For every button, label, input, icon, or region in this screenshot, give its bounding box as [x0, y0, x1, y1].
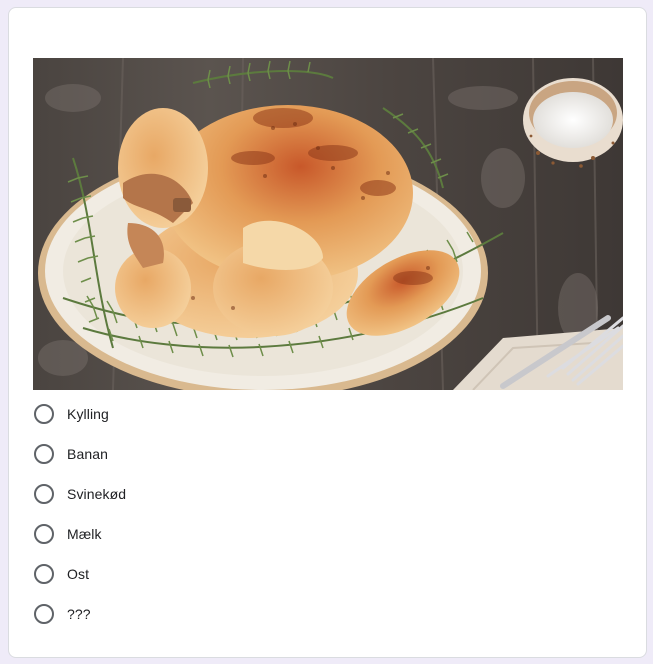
radio-button[interactable]: [34, 444, 54, 464]
radio-button[interactable]: [34, 524, 54, 544]
option-banan[interactable]: Banan: [33, 434, 623, 474]
radio-button[interactable]: [34, 484, 54, 504]
option-ost[interactable]: Ost: [33, 554, 623, 594]
radio-button[interactable]: [34, 564, 54, 584]
option-unknown[interactable]: ???: [33, 594, 623, 634]
question-image: [33, 58, 623, 390]
question-card: Kylling Banan Svinekød Mælk Ost ???: [8, 7, 647, 658]
option-svinekod[interactable]: Svinekød: [33, 474, 623, 514]
roast-chicken-photo: [33, 58, 623, 390]
option-kylling[interactable]: Kylling: [33, 394, 623, 434]
answer-options: Kylling Banan Svinekød Mælk Ost ???: [33, 394, 623, 634]
option-maelk[interactable]: Mælk: [33, 514, 623, 554]
option-label: Svinekød: [67, 486, 127, 502]
option-label: Banan: [67, 446, 108, 462]
option-label: Mælk: [67, 526, 102, 542]
option-label: Ost: [67, 566, 90, 582]
option-label: ???: [67, 606, 91, 622]
radio-button[interactable]: [34, 404, 54, 424]
option-label: Kylling: [67, 406, 109, 422]
radio-button[interactable]: [34, 604, 54, 624]
